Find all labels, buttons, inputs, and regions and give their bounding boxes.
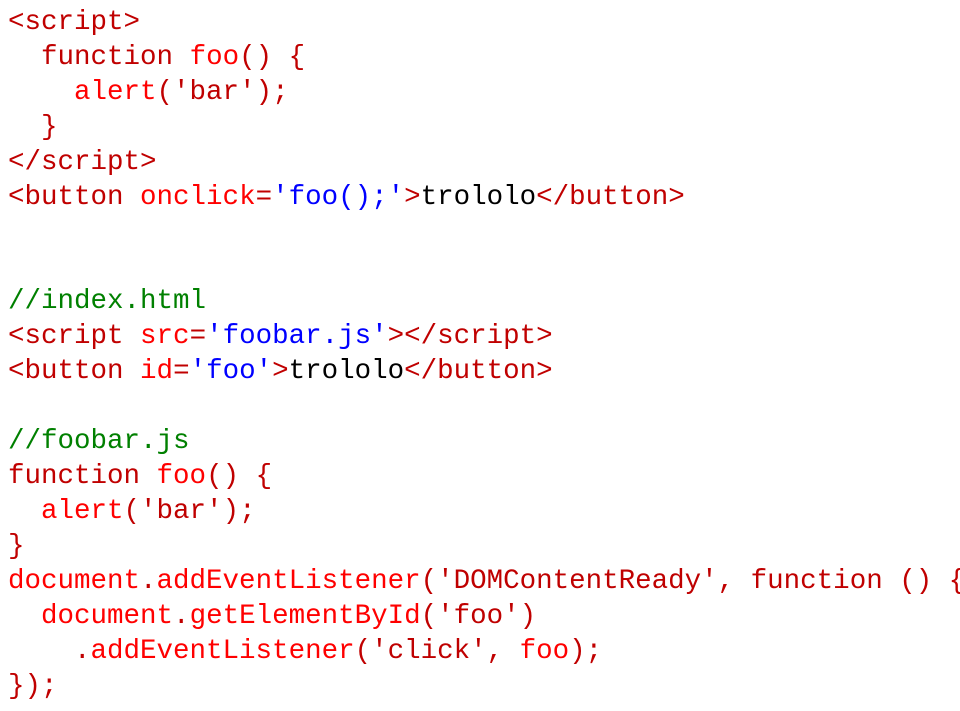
kw-function: function <box>41 42 173 73</box>
call-ael: addEventListener <box>157 566 421 597</box>
str-click: 'click' <box>371 636 487 667</box>
kw-function2: function <box>8 461 140 492</box>
tag-button-close2: </button> <box>404 356 553 387</box>
ident-document: document <box>8 566 140 597</box>
call-gebi: getElementById <box>190 601 421 632</box>
val-id: 'foo' <box>190 356 273 387</box>
attr-src: src <box>140 321 190 352</box>
tag-button-close: </button> <box>536 182 685 213</box>
comment-index: //index.html <box>8 286 206 317</box>
ident-document2: document <box>41 601 173 632</box>
tag-script-open: <script> <box>8 7 140 38</box>
val-src: 'foobar.js' <box>206 321 388 352</box>
call-ael2: addEventListener <box>91 636 355 667</box>
tag-button-open2: <button <box>8 356 124 387</box>
tag-script-open2: <script <box>8 321 124 352</box>
tag-button-open: <button <box>8 182 124 213</box>
attr-id: id <box>140 356 173 387</box>
ident-foo2: foo <box>157 461 207 492</box>
str-foo: 'foo' <box>437 601 520 632</box>
comment-foobar: //foobar.js <box>8 426 190 457</box>
code-block: <script> function foo() { alert('bar'); … <box>0 0 960 704</box>
kw-function3: function <box>751 566 883 597</box>
call-alert: alert <box>74 77 157 108</box>
str-bar2: 'bar' <box>140 496 223 527</box>
str-bar: 'bar' <box>173 77 256 108</box>
tag-script-close2: ></script> <box>388 321 553 352</box>
attr-onclick: onclick <box>140 182 256 213</box>
text-trololo2: trololo <box>289 356 405 387</box>
val-onclick: 'foo();' <box>272 182 404 213</box>
call-alert2: alert <box>41 496 124 527</box>
ident-foo3: foo <box>520 636 570 667</box>
str-domready: 'DOMContentReady' <box>437 566 718 597</box>
tag-script-close: </script> <box>8 147 157 178</box>
text-trololo: trololo <box>421 182 537 213</box>
ident-foo: foo <box>190 42 240 73</box>
